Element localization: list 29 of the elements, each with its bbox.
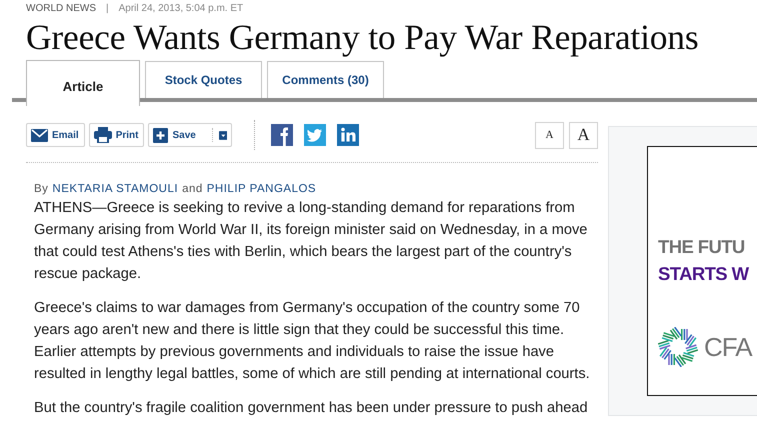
headline: Greece Wants Germany to Pay War Reparations <box>26 17 700 57</box>
envelope-icon <box>31 128 48 142</box>
facebook-icon[interactable] <box>271 124 294 146</box>
linkedin-icon[interactable] <box>337 124 360 146</box>
tab[interactable]: Article <box>26 60 140 106</box>
starburst-logo-icon <box>658 327 698 367</box>
tab[interactable]: Comments (30) <box>267 61 384 98</box>
tab[interactable]: Stock Quotes <box>145 61 262 98</box>
plus-icon <box>153 128 168 142</box>
ad-headline: STARTS W <box>658 262 748 286</box>
advertisement[interactable]: THE FUTU STARTS W CFA <box>647 146 757 396</box>
author-link[interactable]: NEKTARIA STAMOULI <box>52 183 178 195</box>
twitter-icon[interactable] <box>304 124 326 146</box>
article-paragraph: Greece's claims to war damages from Germany's occupation of the country some 70 years ago aren't new and there is little sign that they could be successful this time. Earlier attempts by previous governments and individuals to raise the issue have resulted in lengthy legal battles, some of which are still pending at international courts. <box>34 299 591 384</box>
print-button[interactable]: Print <box>88 123 144 147</box>
author-link[interactable]: PHILIP PANGALOS <box>206 183 316 195</box>
ad-brand: CFA <box>704 332 752 362</box>
email-button[interactable]: Email <box>26 123 85 147</box>
separator: | <box>106 2 109 14</box>
article-paragraph: ATHENS—Greece is seeking to revive a long-standing demand for reparations from Germany arising from World War II, its foreign minister said on Wednesday, in a move that could test Athens's ties with Berlin, which bears the largest part of the country's rescue package. <box>34 199 588 284</box>
smaller-text-button[interactable]: A <box>535 122 564 148</box>
section-label[interactable]: WORLD NEWS <box>26 2 96 14</box>
larger-text-button[interactable]: A <box>569 122 598 148</box>
byline-prefix: By <box>34 183 48 195</box>
byline-joiner: and <box>182 183 203 195</box>
ad-headline: THE FUTU <box>658 235 745 259</box>
printer-icon <box>94 127 112 143</box>
article-paragraph: But the country's fragile coalition government has been under pressure to push ahead <box>34 399 589 418</box>
timestamp: April 24, 2013, 5:04 p.m. ET <box>118 2 244 14</box>
